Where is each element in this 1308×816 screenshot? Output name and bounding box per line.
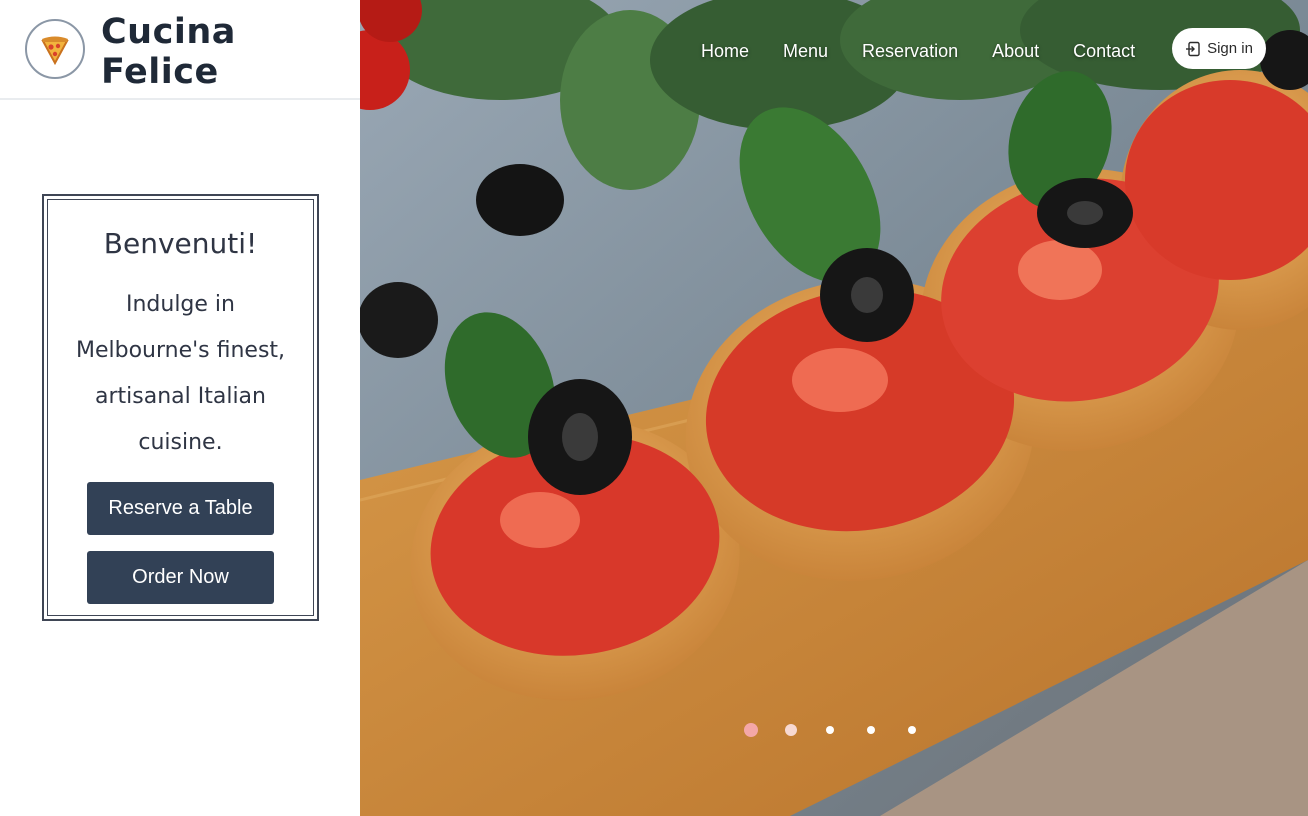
sign-in-button[interactable]: Sign in [1172,28,1266,69]
carousel-indicators [744,723,949,737]
welcome-card-inner: Benvenuti! Indulge in Melbourne's finest… [47,199,314,616]
brand-name-line1: Cucina [101,12,236,52]
left-panel: Cucina Felice Benvenuti! Indulge in Melb… [0,0,360,816]
nav-home[interactable]: Home [701,41,749,62]
brand-header: Cucina Felice [0,0,360,100]
carousel-dot-5[interactable] [908,726,916,734]
order-now-button[interactable]: Order Now [87,551,274,604]
hero-carousel: Home Menu Reservation About Contact Sign… [360,0,1308,816]
carousel-dot-2[interactable] [785,724,797,736]
nav-contact[interactable]: Contact [1073,41,1135,62]
brand-name[interactable]: Cucina Felice [101,12,236,92]
welcome-card: Benvenuti! Indulge in Melbourne's finest… [42,194,319,621]
sign-in-icon [1186,41,1200,56]
main-nav: Home Menu Reservation About Contact [701,38,1169,64]
nav-reservation[interactable]: Reservation [862,41,958,62]
carousel-dot-4[interactable] [867,726,875,734]
pizza-slice-icon [41,36,69,66]
brand-name-line2: Felice [101,52,219,92]
nav-menu[interactable]: Menu [783,41,828,62]
sign-in-label: Sign in [1207,40,1253,57]
hero-food-image [360,0,1308,816]
welcome-title: Benvenuti! [103,227,258,260]
welcome-text: Indulge in Melbourne's finest, artisanal… [75,292,286,455]
carousel-dot-3[interactable] [826,726,834,734]
reserve-table-button[interactable]: Reserve a Table [87,482,274,535]
nav-about[interactable]: About [992,41,1039,62]
carousel-dot-1[interactable] [744,723,758,737]
logo[interactable] [25,19,85,79]
